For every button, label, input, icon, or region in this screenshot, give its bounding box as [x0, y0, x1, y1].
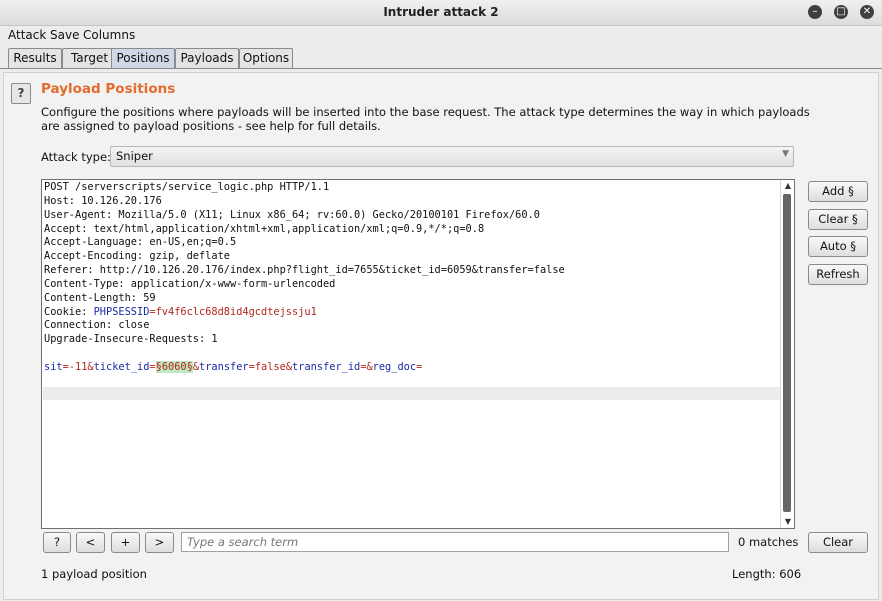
- tab-positions[interactable]: Positions: [111, 48, 175, 68]
- request-line: Upgrade-Insecure-Requests: 1: [44, 333, 218, 346]
- clear-search-button[interactable]: Clear: [808, 532, 868, 553]
- search-add-button[interactable]: +: [111, 532, 140, 553]
- chevron-down-icon: ▼: [782, 149, 789, 159]
- body-line: sit=-11&ticket_id=§6060§&transfer=false&…: [44, 360, 774, 375]
- param-key: ticket_id: [93, 360, 150, 373]
- match-count: 0 matches: [738, 535, 799, 549]
- tab-divider: [0, 68, 882, 69]
- param-key: reg_doc: [372, 360, 417, 373]
- payload-marker[interactable]: §6060§: [155, 360, 193, 373]
- search-field[interactable]: [181, 532, 729, 552]
- scrollbar-thumb[interactable]: [783, 194, 791, 512]
- request-line: Accept-Encoding: gzip, deflate: [44, 250, 230, 263]
- payload-position-count: 1 payload position: [41, 567, 147, 581]
- window-title: Intruder attack 2: [383, 5, 499, 19]
- param-key: transfer_id: [292, 360, 361, 373]
- cookie-value: fv4f6clc68d8id4gcdtejssju1: [155, 305, 317, 318]
- menu-attack[interactable]: Attack: [8, 28, 46, 42]
- param-key: sit: [44, 360, 63, 373]
- minimize-icon[interactable]: –: [808, 5, 822, 19]
- request-line: Accept: text/html,application/xhtml+xml,…: [44, 222, 485, 235]
- search-input[interactable]: [185, 533, 719, 551]
- panel-title: Payload Positions: [41, 81, 176, 97]
- search-help-button[interactable]: ?: [43, 532, 71, 553]
- request-line: Referer: http://10.126.20.176/index.php?…: [44, 264, 565, 277]
- maximize-icon[interactable]: □: [834, 5, 848, 19]
- auto-markers-button[interactable]: Auto §: [808, 236, 868, 257]
- attack-type-label: Attack type:: [41, 150, 111, 164]
- cookie-name: PHPSESSID: [93, 305, 150, 318]
- help-button[interactable]: ?: [11, 83, 31, 104]
- cookie-line: Cookie: PHPSESSID=fv4f6clc68d8id4gcdtejs…: [44, 306, 774, 320]
- tab-payloads[interactable]: Payloads: [175, 48, 239, 68]
- param-key: transfer: [199, 360, 249, 373]
- request-line: Host: 10.126.20.176: [44, 194, 162, 207]
- attack-type-value: Sniper: [116, 149, 153, 163]
- menu-save[interactable]: Save: [50, 28, 79, 42]
- attack-type-select[interactable]: Sniper ▼: [110, 146, 794, 167]
- menu-columns[interactable]: Columns: [83, 28, 135, 42]
- request-line: Connection: close: [44, 319, 150, 332]
- param-eq: =: [149, 360, 156, 373]
- refresh-button[interactable]: Refresh: [808, 264, 868, 285]
- cookie-prefix: Cookie:: [44, 305, 94, 318]
- param-eq: =: [416, 360, 423, 373]
- editor-scrollbar[interactable]: ▲ ▼: [780, 180, 794, 528]
- request-line: User-Agent: Mozilla/5.0 (X11; Linux x86_…: [44, 208, 540, 221]
- panel-description: Configure the positions where payloads w…: [41, 105, 810, 133]
- search-prev-button[interactable]: <: [76, 532, 105, 553]
- request-text[interactable]: POST /serverscripts/service_logic.php HT…: [44, 181, 774, 375]
- close-icon[interactable]: ✕: [860, 5, 874, 19]
- clear-markers-button[interactable]: Clear §: [808, 209, 868, 230]
- title-bar: Intruder attack 2 – □ ✕: [0, 0, 882, 26]
- param-value: false: [254, 360, 286, 373]
- request-line: Content-Type: application/x-www-form-url…: [44, 277, 336, 290]
- search-next-button[interactable]: >: [145, 532, 174, 553]
- tab-options[interactable]: Options: [239, 48, 293, 68]
- request-line: POST /serverscripts/service_logic.php HT…: [44, 181, 330, 193]
- request-length: Length: 606: [732, 567, 802, 581]
- request-line: Accept-Language: en-US,en;q=0.5: [44, 236, 237, 249]
- tab-results[interactable]: Results: [8, 48, 62, 68]
- param-value: -11: [68, 360, 88, 373]
- tab-target[interactable]: Target: [62, 48, 117, 68]
- add-marker-button[interactable]: Add §: [808, 181, 868, 202]
- scroll-up-icon[interactable]: ▲: [782, 180, 794, 192]
- current-line-highlight: [43, 387, 780, 400]
- request-editor[interactable]: POST /serverscripts/service_logic.php HT…: [41, 179, 795, 529]
- scroll-down-icon[interactable]: ▼: [782, 516, 794, 528]
- request-line: Content-Length: 59: [44, 291, 156, 304]
